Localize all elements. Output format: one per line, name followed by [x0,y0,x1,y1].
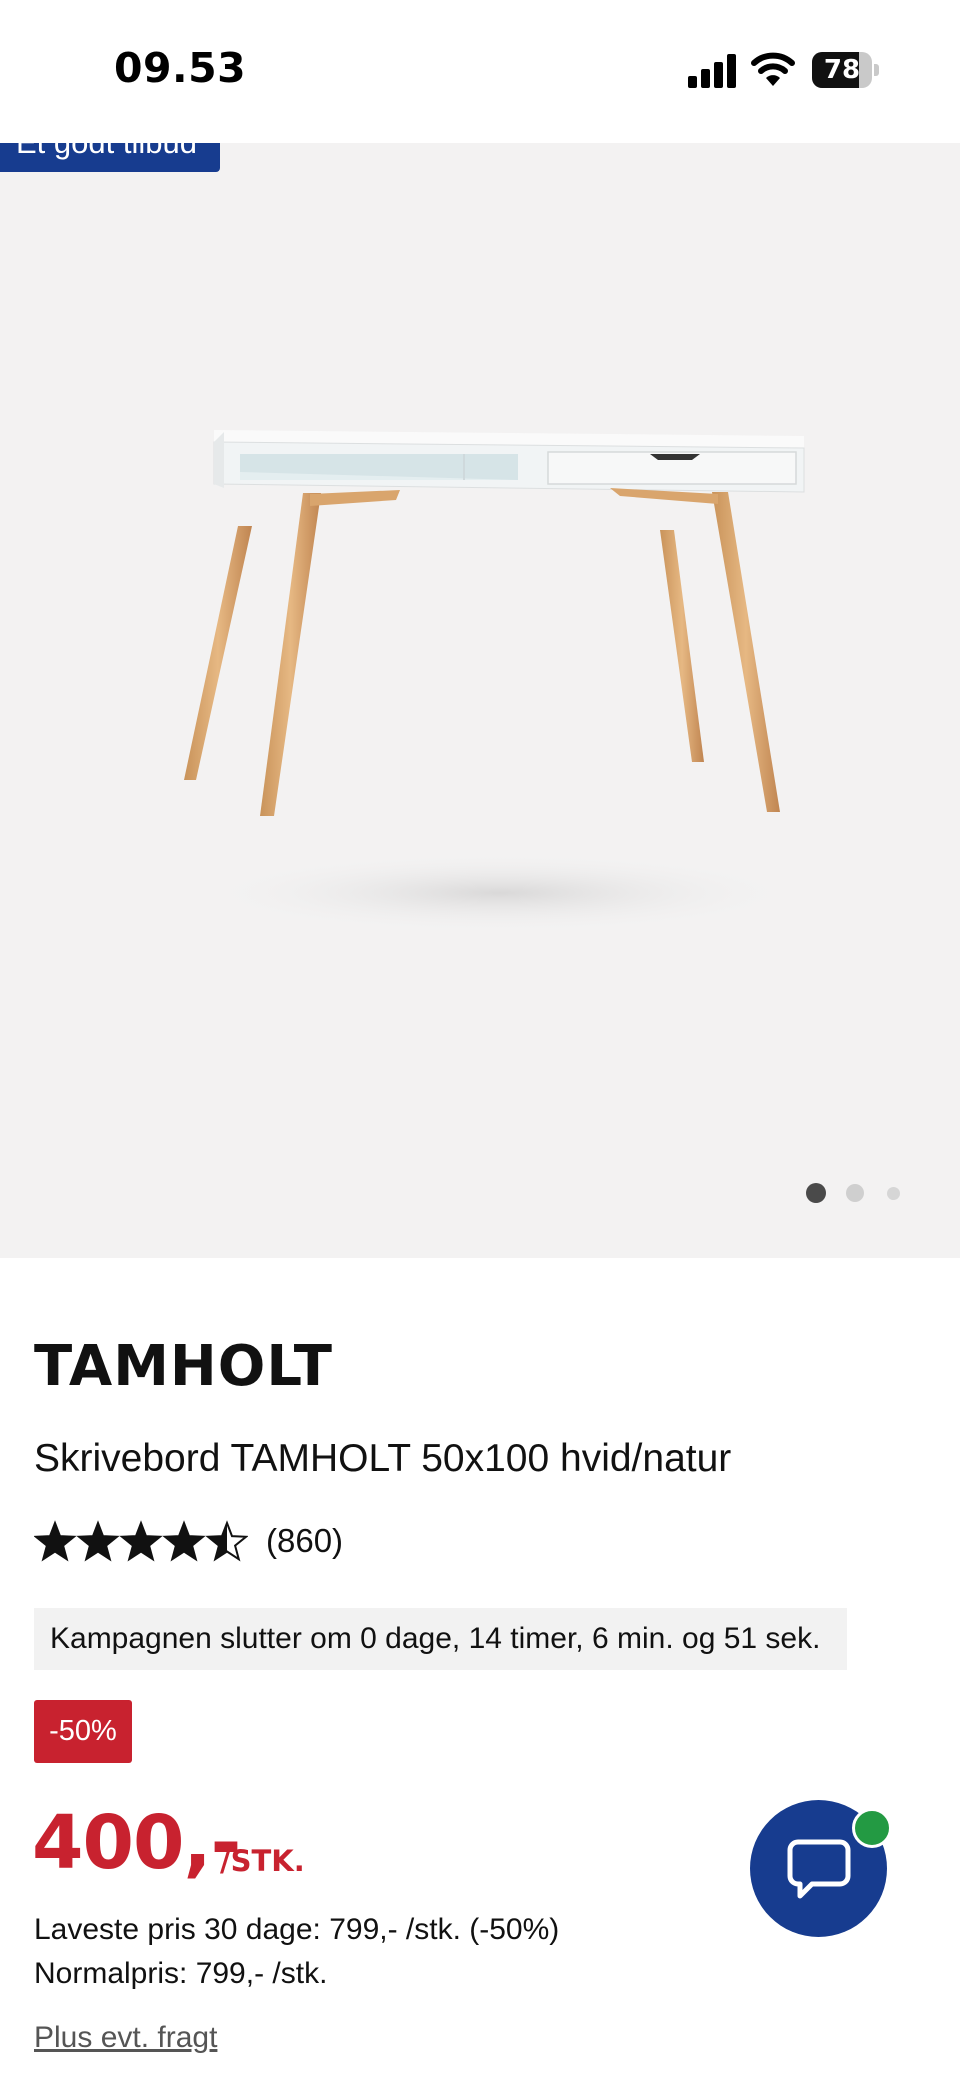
chat-bubble-icon [787,1839,851,1899]
campaign-text: Kampagnen slutter om 0 dage, 14 timer, 6… [50,1622,821,1655]
pagination-dot[interactable] [887,1187,900,1200]
star-icon [79,1523,117,1560]
pagination-dot-active[interactable] [806,1183,826,1203]
star-icon [36,1523,74,1560]
status-time: 09.53 [114,44,247,92]
rating-row[interactable]: (860) [34,1520,434,1568]
discount-badge: -50% [34,1700,132,1763]
review-count[interactable]: (860) [266,1522,343,1560]
product-title: Skrivebord TAMHOLT 50x100 hvid/natur [34,1437,732,1480]
status-bar: 09.53 78 [0,0,960,143]
product-brand: TAMHOLT [34,1334,334,1399]
wifi-icon [751,52,795,86]
rating-stars [34,1520,248,1562]
product-gallery[interactable]: Et godt tilbud [0,143,960,1258]
lowest-price-30-days: Laveste pris 30 dage: 799,- /stk. (-50%) [34,1913,560,1946]
product-image[interactable] [140,368,820,1008]
star-icon [165,1523,203,1560]
battery-icon: 78 [812,52,880,90]
pagination-dot[interactable] [846,1184,864,1202]
price: 400,- [32,1800,241,1886]
online-status-indicator [852,1808,892,1848]
battery-percentage: 78 [823,55,861,85]
campaign-countdown: Kampagnen slutter om 0 dage, 14 timer, 6… [34,1608,847,1670]
shipping-link[interactable]: Plus evt. fragt [34,2021,217,2055]
offer-badge: Et godt tilbud [0,143,220,172]
normal-price: Normalpris: 799,- /stk. [34,1957,328,1990]
star-icon [122,1523,160,1560]
price-unit: /STK. [220,1844,305,1878]
gallery-pagination[interactable] [806,1181,906,1205]
cellular-signal-icon [688,54,736,88]
